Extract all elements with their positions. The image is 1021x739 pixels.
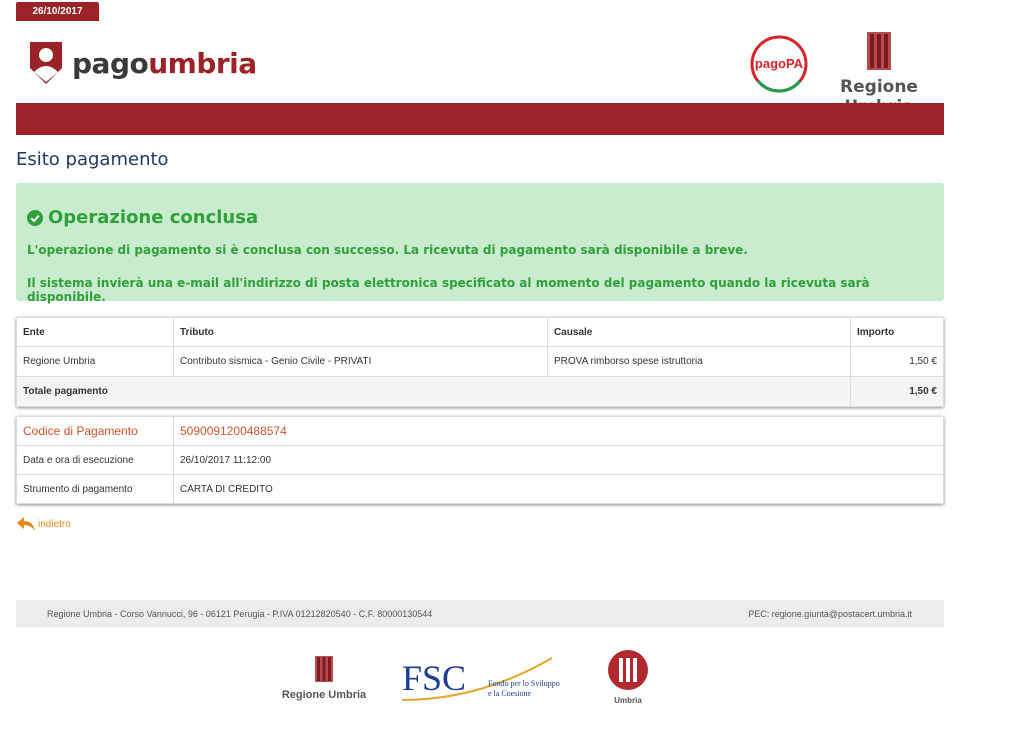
detail-value: 26/10/2017 11:12:00 <box>173 445 944 475</box>
page-title: Esito pagamento <box>16 149 169 170</box>
payment-table: Ente Tributo Causale Importo Regione Umb… <box>16 317 944 407</box>
logo-prefix: pago <box>72 46 149 80</box>
fsc-logo: FSC Fondo per lo Sviluppo e la Coesione <box>401 657 560 701</box>
umbria-logo: Umbria <box>604 650 652 705</box>
table-header-row: Ente Tributo Causale Importo <box>16 317 944 347</box>
alert-title-text: Operazione conclusa <box>48 207 259 228</box>
logo-text: pagoumbria <box>72 47 257 80</box>
detail-row-strumento: Strumento di pagamento CARTA DI CREDITO <box>16 474 944 504</box>
back-link[interactable]: indietro <box>16 516 71 532</box>
footer-regione-label: Regione Umbria <box>281 689 367 701</box>
detail-label: Strumento di pagamento <box>16 474 174 504</box>
success-alert: Operazione conclusa L'operazione di paga… <box>16 183 944 304</box>
check-circle-icon <box>27 209 43 226</box>
cell-ente: Regione Umbria <box>16 346 174 377</box>
detail-value: 5090091200488574 <box>173 416 944 446</box>
total-row: Totale pagamento 1,50 € <box>16 376 944 407</box>
column-header-tributo: Tributo <box>173 317 548 347</box>
footer-regione-logo: Regione Umbria <box>276 656 372 701</box>
pagoumbria-logo[interactable]: pagoumbria <box>28 38 257 88</box>
umbria-label: Umbria <box>614 696 642 705</box>
footer-address: Regione Umbria - Corso Vannucci, 96 - 06… <box>47 609 433 619</box>
pagopa-logo-text: pagoPA <box>755 56 804 71</box>
alert-title: Operazione conclusa <box>27 207 258 228</box>
alert-message-line2: Il sistema invierà una e-mail all'indiri… <box>27 276 870 304</box>
detail-row-data: Data e ora di esecuzione 26/10/2017 11:1… <box>16 445 944 475</box>
footer-bar: Regione Umbria - Corso Vannucci, 96 - 06… <box>16 600 944 627</box>
column-header-importo: Importo <box>850 317 944 347</box>
header-bar <box>16 103 944 135</box>
detail-label: Data e ora di esecuzione <box>16 445 174 475</box>
detail-row-codice: Codice di Pagamento 5090091200488574 <box>16 416 944 446</box>
cell-causale: PROVA rimborso spese istruttoria <box>547 346 851 377</box>
umbria-ceri-icon <box>608 650 648 690</box>
cell-tributo: Contributo sismica - Genio Civile - PRIV… <box>173 346 548 377</box>
ceri-emblem-icon <box>867 32 891 70</box>
total-label: Totale pagamento <box>16 376 851 407</box>
column-header-causale: Causale <box>547 317 851 347</box>
ceri-emblem-icon <box>315 656 333 682</box>
logo-suffix: umbria <box>148 46 257 80</box>
footer-pec: PEC: regione.giunta@postacert.umbria.it <box>748 609 912 619</box>
column-header-ente: Ente <box>16 317 174 347</box>
back-link-text[interactable]: indietro <box>38 519 71 530</box>
cell-importo: 1,50 € <box>850 346 944 377</box>
detail-label: Codice di Pagamento <box>16 416 174 446</box>
total-value: 1,50 € <box>850 376 944 407</box>
fsc-logo-subtitle-2: e la Coesione <box>488 689 532 698</box>
fsc-logo-text: FSC <box>402 658 466 698</box>
date-badge: 26/10/2017 <box>16 2 99 21</box>
alert-message-line1: L'operazione di pagamento si è conclusa … <box>27 243 748 257</box>
fsc-logo-subtitle-1: Fondo per lo Sviluppo <box>488 679 560 688</box>
detail-value: CARTA DI CREDITO <box>173 474 944 504</box>
shield-person-icon <box>30 42 62 84</box>
pagopa-logo: pagoPA <box>750 35 808 93</box>
payment-details-table: Codice di Pagamento 5090091200488574 Dat… <box>16 416 944 504</box>
table-row: Regione Umbria Contributo sismica - Geni… <box>16 346 944 377</box>
reply-arrow-icon <box>17 517 35 531</box>
